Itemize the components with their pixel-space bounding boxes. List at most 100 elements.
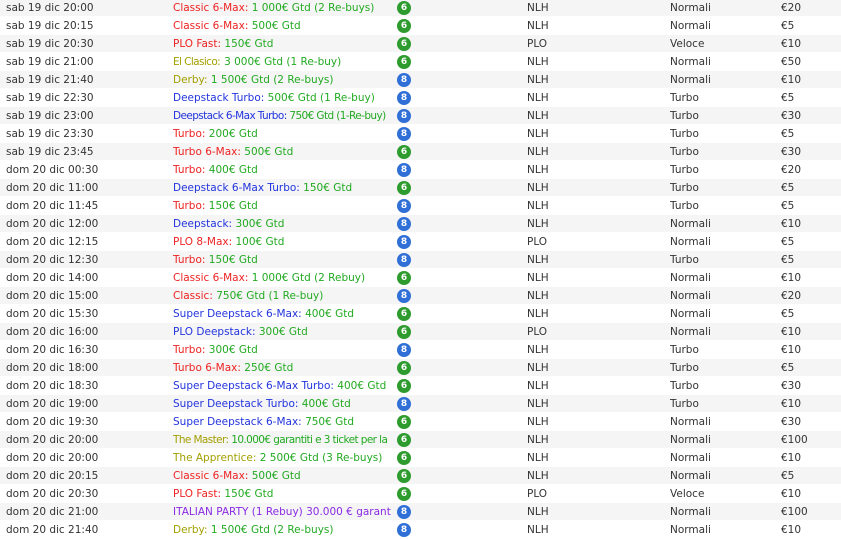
game-type-cell: NLH [527, 344, 549, 356]
table-row: sab 19 dic 23:00 Deepstack 6-Max Turbo: … [0, 107, 841, 125]
tournament-name-link[interactable]: Turbo: 400€ Gtd [173, 161, 391, 179]
tournament-name-link[interactable]: PLO 8-Max: 100€ Gtd [173, 233, 391, 251]
name-separator: : [251, 326, 259, 338]
tournament-name: PLO Fast [173, 38, 218, 50]
table-size-badge: 8 [397, 91, 411, 105]
guarantee-detail: 1 500€ Gtd (2 Re-buys) [210, 524, 334, 536]
date-time-cell: dom 20 dic 20:15 [6, 470, 99, 482]
tournament-name-link[interactable]: Super Deepstack 6-Max: 750€ Gtd [173, 413, 391, 431]
tournament-name-link[interactable]: Super Deepstack 6-Max: 400€ Gtd [173, 305, 391, 323]
date-time-cell: dom 20 dic 20:00 [6, 452, 99, 464]
game-type-cell: NLH [527, 92, 549, 104]
date-time-cell: sab 19 dic 21:00 [6, 56, 94, 68]
tournament-name-link[interactable]: Super Deepstack 6-Max Turbo: 400€ Gtd [173, 377, 391, 395]
tournament-name: Deepstack 6-Max Turbo [173, 110, 284, 122]
table-size-badge-cell: 8 [397, 505, 411, 519]
table-row: dom 20 dic 12:30 Turbo: 150€ Gtd 8 NLH T… [0, 251, 841, 269]
buyin-cell: €30 [781, 110, 802, 122]
buyin-cell: €10 [781, 218, 802, 230]
name-separator: : [201, 344, 209, 356]
tournament-name-link[interactable]: Deepstack: 300€ Gtd [173, 215, 391, 233]
table-size-badge-cell: 8 [397, 289, 411, 303]
tournament-name: Turbo [173, 128, 202, 140]
date-time-cell: dom 20 dic 16:00 [6, 326, 99, 338]
buyin-cell: €30 [781, 416, 802, 428]
tournament-name: PLO Fast [173, 488, 218, 500]
table-row: dom 20 dic 19:00 Super Deepstack Turbo: … [0, 395, 841, 413]
tournament-name-link[interactable]: Turbo: 150€ Gtd [173, 197, 391, 215]
speed-cell: Normali [670, 470, 711, 482]
tournament-name-link[interactable]: The Apprentice: 2 500€ Gtd (3 Re-buys) [173, 449, 391, 467]
guarantee-detail: 400€ Gtd [305, 308, 355, 320]
table-size-badge-cell: 6 [397, 361, 411, 375]
speed-cell: Veloce [670, 38, 705, 50]
tournament-name-link[interactable]: PLO Fast: 150€ Gtd [173, 485, 391, 503]
tournament-name-link[interactable]: Turbo 6-Max: 250€ Gtd [173, 359, 391, 377]
table-row: dom 20 dic 12:15 PLO 8-Max: 100€ Gtd 8 P… [0, 233, 841, 251]
tournament-name-link[interactable]: Classic 6-Max: 500€ Gtd [173, 467, 391, 485]
table-size-badge: 6 [397, 37, 411, 51]
date-time-cell: sab 19 dic 23:30 [6, 128, 94, 140]
tournament-name-link[interactable]: PLO Deepstack: 300€ Gtd [173, 323, 391, 341]
tournament-name-link[interactable]: Deepstack 6-Max Turbo: 750€ Gtd (1-Re-bu… [173, 107, 391, 125]
buyin-cell: €5 [781, 470, 795, 482]
name-separator: : [203, 74, 211, 86]
table-size-badge-cell: 8 [397, 217, 411, 231]
game-type-cell: NLH [527, 506, 549, 518]
table-row: dom 20 dic 18:00 Turbo 6-Max: 250€ Gtd 6… [0, 359, 841, 377]
tournament-name-link[interactable]: Deepstack 6-Max Turbo: 150€ Gtd [173, 179, 391, 197]
table-size-badge-cell: 6 [397, 451, 411, 465]
guarantee-detail: 400€ Gtd [337, 380, 387, 392]
tournament-name-link[interactable]: The Master: 10.000€ garantiti e 3 ticket… [173, 431, 391, 449]
tournament-name: Classic [173, 290, 210, 302]
tournament-name-link[interactable]: Turbo: 300€ Gtd [173, 341, 391, 359]
speed-cell: Normali [670, 236, 711, 248]
table-row: dom 20 dic 15:30 Super Deepstack 6-Max: … [0, 305, 841, 323]
table-size-badge-cell: 6 [397, 19, 411, 33]
game-type-cell: NLH [527, 308, 549, 320]
tournament-name-link[interactable]: ITALIAN PARTY (1 Rebuy) 30.000 € garanti… [173, 503, 391, 521]
game-type-cell: NLH [527, 128, 549, 140]
table-size-badge: 6 [397, 19, 411, 33]
speed-cell: Normali [670, 20, 711, 32]
game-type-cell: NLH [527, 110, 549, 122]
tournament-name-link[interactable]: Turbo 6-Max: 500€ Gtd [173, 143, 391, 161]
tournament-name-link[interactable]: Deepstack Turbo: 500€ Gtd (1 Re-buy) [173, 89, 391, 107]
table-size-badge: 6 [397, 415, 411, 429]
tournament-name-link[interactable]: Classic: 750€ Gtd (1 Re-buy) [173, 287, 391, 305]
table-size-badge: 8 [397, 505, 411, 519]
game-type-cell: NLH [527, 218, 549, 230]
game-type-cell: NLH [527, 524, 549, 536]
table-size-badge-cell: 8 [397, 253, 411, 267]
game-type-cell: NLH [527, 398, 549, 410]
table-row: dom 20 dic 21:40 Derby: 1 500€ Gtd (2 Re… [0, 521, 841, 539]
table-size-badge-cell: 8 [397, 109, 411, 123]
guarantee-detail: 500€ Gtd (1 Re-buy) [267, 92, 375, 104]
tournament-name-link[interactable]: Classic 6-Max: 1 000€ Gtd (2 Re-buys) [173, 0, 391, 17]
tournament-name-link[interactable]: El Clasico: 3 000€ Gtd (1 Re-buy) [173, 53, 391, 71]
tournament-name-link[interactable]: Turbo: 150€ Gtd [173, 251, 391, 269]
tournament-name-link[interactable]: Turbo: 200€ Gtd [173, 125, 391, 143]
tournament-name-link[interactable]: Derby: 1 500€ Gtd (2 Re-buys) [173, 521, 391, 539]
tournament-name-link[interactable]: Super Deepstack Turbo: 400€ Gtd [173, 395, 391, 413]
guarantee-detail: 500€ Gtd [244, 146, 294, 158]
speed-cell: Normali [670, 308, 711, 320]
table-row: dom 20 dic 12:00 Deepstack: 300€ Gtd 8 N… [0, 215, 841, 233]
guarantee-detail: 10.000€ garantiti e 3 ticket per la No..… [231, 434, 391, 446]
table-row: sab 19 dic 20:15 Classic 6-Max: 500€ Gtd… [0, 17, 841, 35]
tournament-name: Deepstack [173, 218, 229, 230]
tournament-name: ITALIAN PARTY (1 Rebuy) 30.000 € garanti… [173, 506, 391, 518]
tournament-name-link[interactable]: Derby: 1 500€ Gtd (2 Re-buys) [173, 71, 391, 89]
tournament-name: Derby [173, 524, 204, 536]
table-size-badge: 8 [397, 235, 411, 249]
speed-cell: Normali [670, 74, 711, 86]
tournament-name-link[interactable]: Classic 6-Max: 500€ Gtd [173, 17, 391, 35]
table-size-badge: 6 [397, 145, 411, 159]
table-row: sab 19 dic 20:00 Classic 6-Max: 1 000€ G… [0, 0, 841, 17]
buyin-cell: €100 [781, 434, 808, 446]
table-size-badge-cell: 6 [397, 325, 411, 339]
tournament-name-link[interactable]: PLO Fast: 150€ Gtd [173, 35, 391, 53]
tournament-name-link[interactable]: Classic 6-Max: 1 000€ Gtd (2 Rebuy) [173, 269, 391, 287]
guarantee-detail: 300€ Gtd [208, 344, 258, 356]
table-size-badge-cell: 6 [397, 55, 411, 69]
